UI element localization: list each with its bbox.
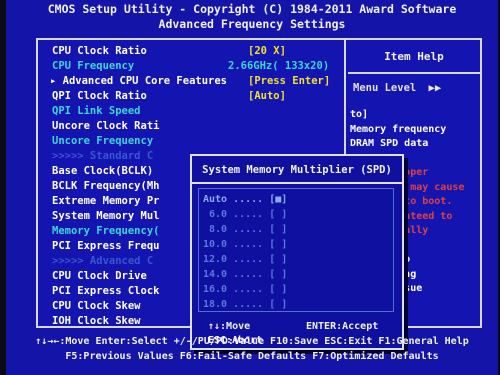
section-advanced-clock: >>>>> Advanced C bbox=[52, 255, 154, 267]
popup-title: System Memory Multiplier (SPD) bbox=[192, 156, 402, 184]
help-line: to] bbox=[350, 109, 369, 120]
menu-item-advanced-cpu-core-features[interactable]: ▸ Advanced CPU Core Features bbox=[50, 74, 227, 89]
main-panel: CPU Clock Ratio [20 X] CPU Frequency 2.6… bbox=[36, 38, 482, 350]
help-line: DRAM SPD data bbox=[350, 138, 429, 149]
option-list: Auto ..... [■] 6.0 ..... [ ] 8.0 ..... [… bbox=[198, 188, 394, 312]
menu-item-extreme-memory-profile[interactable]: Extreme Memory Pr bbox=[52, 194, 159, 209]
menu-item-memory-frequency: Memory Frequency( bbox=[52, 225, 160, 237]
menu-item-bclk-frequency[interactable]: BCLK Frequency(Mh bbox=[52, 179, 159, 194]
option-auto[interactable]: Auto ..... [■] bbox=[203, 193, 287, 206]
menu-item-qpi-clock-ratio[interactable]: QPI Clock Ratio bbox=[52, 89, 147, 104]
option-6-0[interactable]: 6.0 ..... [ ] bbox=[209, 208, 287, 221]
item-help-title: Item Help bbox=[348, 40, 480, 74]
option-14-0[interactable]: 14.0 ..... [ ] bbox=[203, 268, 287, 281]
header-title: CMOS Setup Utility - Copyright (C) 1984-… bbox=[47, 2, 457, 16]
key-accept-hint: ENTER:Accept bbox=[306, 321, 379, 332]
option-10-0[interactable]: 10.0 ..... [ ] bbox=[203, 238, 287, 251]
option-16-0[interactable]: 16.0 ..... [ ] bbox=[203, 283, 287, 296]
page-title: Advanced Frequency Settings bbox=[158, 17, 346, 31]
footer-key-legend: ↑↓→←:Move Enter:Select +/-/PU/PD:Value F… bbox=[6, 334, 498, 364]
menu-item-cpu-clock-drive[interactable]: CPU Clock Drive bbox=[52, 269, 147, 284]
value-cpu-frequency: 2.66GHz( 133x20) bbox=[228, 60, 330, 72]
menu-item-cpu-frequency: CPU Frequency bbox=[52, 60, 135, 72]
option-18-0[interactable]: 18.0 ..... [ ] bbox=[203, 298, 287, 311]
double-arrow-icon: ▶▶ bbox=[428, 82, 442, 94]
help-line: Memory frequency bbox=[350, 123, 447, 135]
option-8-0[interactable]: 8.0 ..... [ ] bbox=[209, 223, 287, 236]
menu-item-qpi-link-speed: QPI Link Speed bbox=[52, 105, 141, 117]
section-standard-clock: >>>>> Standard C bbox=[52, 150, 154, 162]
menu-level: Menu Level ▶▶ bbox=[353, 82, 441, 94]
menu-item-uncore-frequency: Uncore Frequency bbox=[52, 135, 154, 147]
footer-line-1: ↑↓→←:Move Enter:Select +/-/PU/PD:Value F… bbox=[35, 336, 469, 347]
key-move-hint: ↑↓:Move bbox=[208, 321, 251, 332]
header: CMOS Setup Utility - Copyright (C) 1984-… bbox=[6, 0, 498, 34]
footer-line-2: F5:Previous Values F6:Fail-Safe Defaults… bbox=[65, 351, 439, 362]
bios-screen: CMOS Setup Utility - Copyright (C) 1984-… bbox=[6, 0, 498, 375]
value-qpi-clock-ratio[interactable]: [Auto] bbox=[248, 89, 286, 104]
value-cpu-clock-ratio[interactable]: [20 X] bbox=[248, 44, 286, 59]
option-12-0[interactable]: 12.0 ..... [ ] bbox=[203, 253, 287, 266]
menu-item-ioh-clock-skew[interactable]: IOH Clock Skew bbox=[52, 314, 141, 329]
menu-level-label: Menu Level bbox=[353, 82, 417, 94]
menu-item-system-memory-multiplier[interactable]: System Memory Mul bbox=[52, 209, 159, 224]
value-advanced-cpu-core-features[interactable]: [Press Enter] bbox=[248, 74, 330, 89]
menu-item-uncore-clock-ratio[interactable]: Uncore Clock Rati bbox=[52, 119, 159, 134]
menu-item-pci-express-clock[interactable]: PCI Express Clock bbox=[52, 284, 159, 299]
menu-item-cpu-clock-ratio[interactable]: CPU Clock Ratio bbox=[52, 44, 147, 59]
memory-multiplier-popup: System Memory Multiplier (SPD) Auto ....… bbox=[190, 154, 404, 350]
menu-item-base-clock[interactable]: Base Clock(BCLK) bbox=[52, 164, 153, 179]
menu-item-cpu-clock-skew[interactable]: CPU Clock Skew bbox=[52, 299, 141, 314]
menu-item-pci-express-frequency[interactable]: PCI Express Frequ bbox=[52, 239, 159, 254]
